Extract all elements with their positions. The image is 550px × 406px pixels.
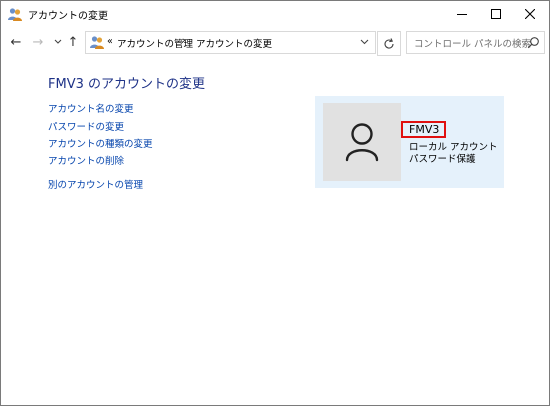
change-password-link[interactable]: パスワードの変更 [48,119,124,133]
account-name: FMV3 [401,121,446,138]
address-bar[interactable]: « アカウントの管理 › アカウントの変更 [85,31,376,54]
up-button[interactable]: ↑ [64,32,82,52]
breadcrumb-change-account[interactable]: アカウントの変更 [196,36,272,50]
navigation-bar: ← → ↑ « アカウントの管理 › アカウントの変更 コントロール パネルの検… [1,29,549,56]
close-button[interactable] [513,1,547,27]
close-icon [525,9,535,19]
maximize-button[interactable] [479,1,513,27]
arrow-up-icon: ↑ [67,34,79,50]
back-button[interactable]: ← [7,32,25,52]
breadcrumb-separator-icon: › [182,36,186,46]
change-account-type-link[interactable]: アカウントの種類の変更 [48,136,153,150]
window-title: アカウントの変更 [28,11,108,22]
avatar [323,103,401,181]
arrow-left-icon: ← [10,34,22,50]
title-bar[interactable]: アカウントの変更 [1,1,549,27]
address-dropdown-button[interactable] [357,35,371,49]
refresh-button[interactable] [377,31,401,56]
refresh-icon [384,37,394,49]
manage-another-account-link[interactable]: 別のアカウントの管理 [48,177,143,191]
search-input[interactable]: コントロール パネルの検索 [414,36,531,50]
control-panel-window: アカウントの変更 ← → ↑ « アカウントの管理 › アカウントの変更 コント… [0,0,550,406]
delete-account-link[interactable]: アカウントの削除 [48,153,124,167]
minimize-icon [457,14,467,15]
maximize-icon [491,9,501,19]
chevron-down-icon [54,39,62,44]
forward-button[interactable]: → [29,32,47,52]
chevron-down-icon [360,39,368,45]
change-account-name-link[interactable]: アカウント名の変更 [48,101,134,115]
page-title: FMV3 のアカウントの変更 [48,77,205,92]
arrow-right-icon: → [32,34,44,50]
control-panel-icon [90,36,104,49]
password-status: パスワード保護 [409,154,476,165]
user-icon [345,123,379,162]
search-box[interactable]: コントロール パネルの検索 [406,31,545,54]
breadcrumb-overflow[interactable]: « [107,36,113,47]
search-icon[interactable] [527,36,540,49]
account-card: FMV3 ローカル アカウント パスワード保護 [315,96,504,188]
user-accounts-icon [8,8,22,21]
minimize-button[interactable] [445,1,479,27]
